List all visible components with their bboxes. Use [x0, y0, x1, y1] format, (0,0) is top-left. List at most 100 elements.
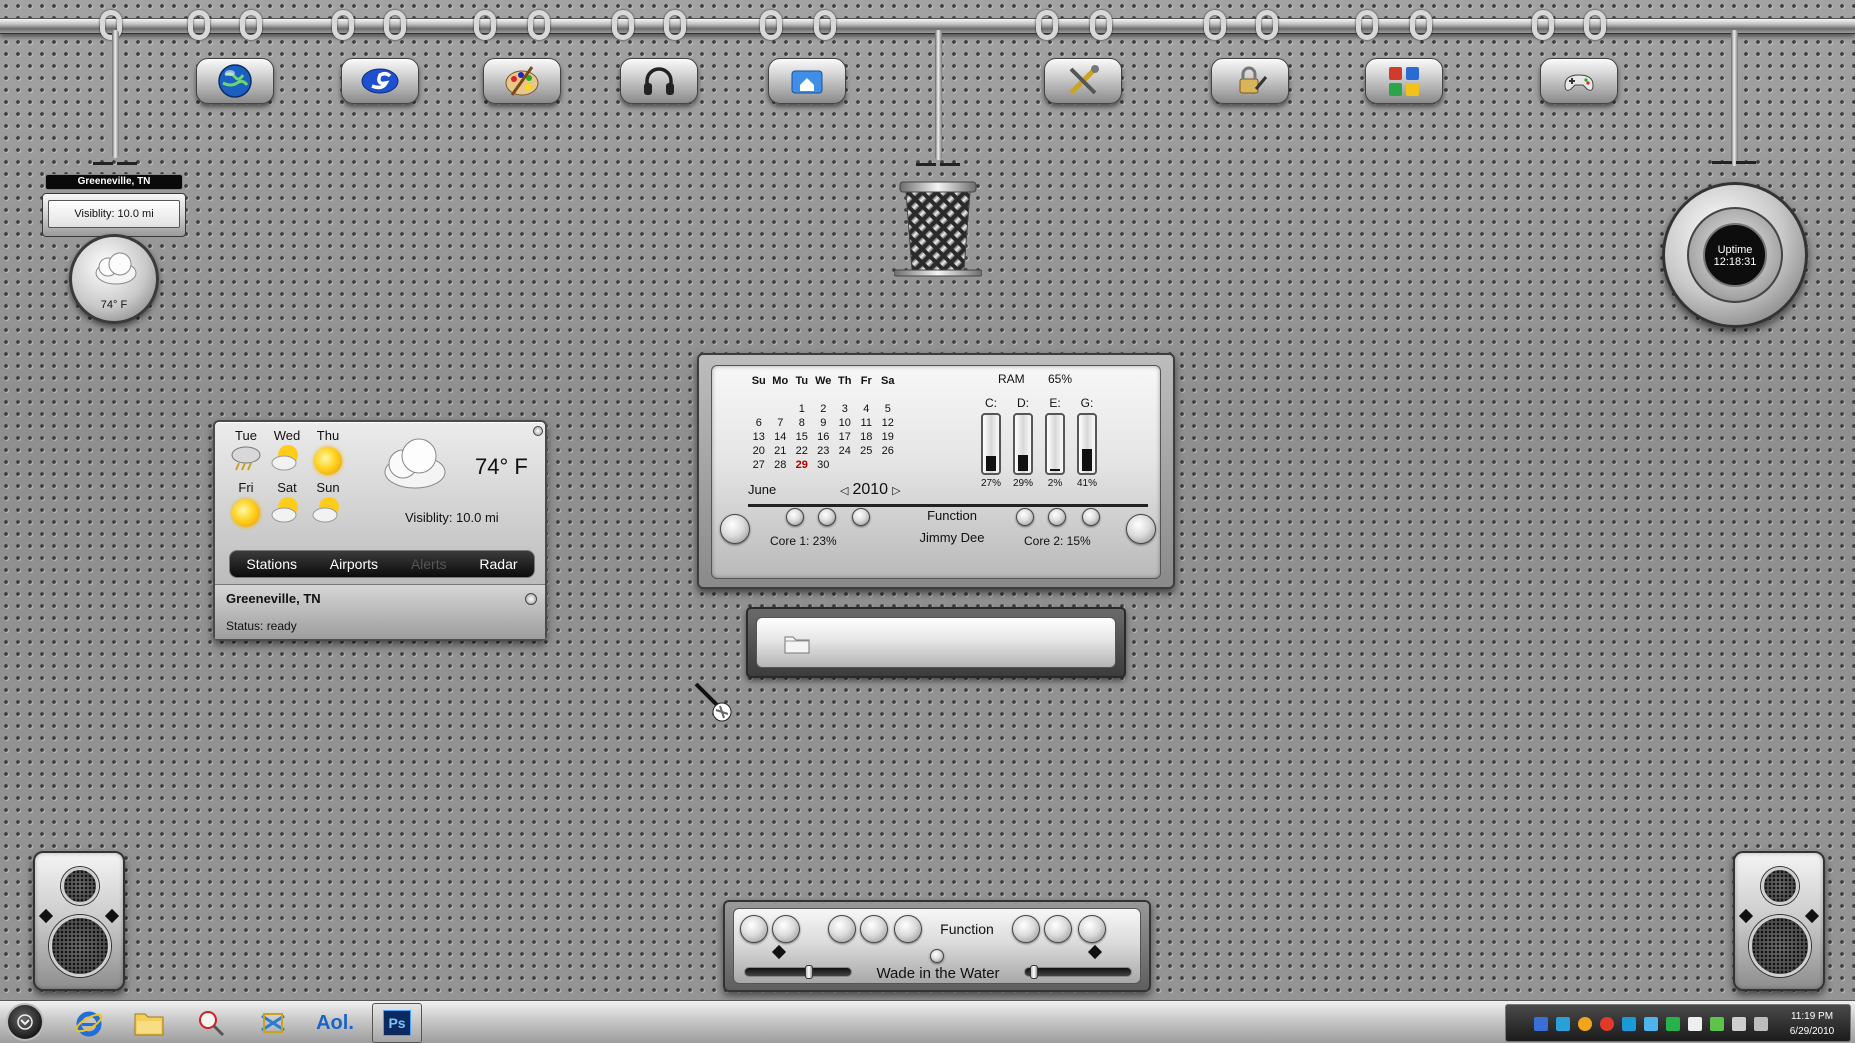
search-field[interactable]	[756, 617, 1116, 668]
launcher-media[interactable]	[620, 58, 698, 104]
calendar-day[interactable]: 12	[877, 416, 899, 430]
skype-icon	[361, 68, 399, 94]
taskbar-explorer[interactable]	[124, 1003, 174, 1043]
calendar-day[interactable]: 8	[791, 416, 813, 430]
previous-button[interactable]	[828, 915, 856, 943]
clock[interactable]: 11:19 PM 6/29/2010	[1776, 1009, 1848, 1039]
calendar-day[interactable]: 9	[813, 416, 835, 430]
calendar-day[interactable]: 28	[770, 458, 792, 472]
launcher-globe[interactable]	[196, 58, 274, 104]
function-button-2[interactable]	[818, 508, 836, 526]
forecast-day: Sun	[309, 480, 347, 528]
player-button-1[interactable]	[740, 915, 768, 943]
rail-ring	[240, 10, 262, 40]
core1-usage: Core 1: 23%	[770, 534, 837, 548]
play-button[interactable]	[860, 915, 888, 943]
calendar-day[interactable]: 25	[856, 444, 878, 458]
calendar-day[interactable]: 3	[834, 402, 856, 416]
calendar-day[interactable]: 22	[791, 444, 813, 458]
taskbar-photoshop[interactable]: Ps	[372, 1003, 422, 1043]
function-button-5[interactable]	[1048, 508, 1066, 526]
right-knob[interactable]	[1126, 514, 1156, 544]
function-button-3[interactable]	[852, 508, 870, 526]
calendar-day[interactable]: 16	[813, 430, 835, 444]
tray-app-icon[interactable]	[1534, 1017, 1548, 1031]
calendar-day[interactable]: 5	[877, 402, 899, 416]
calendar-day[interactable]: 23	[813, 444, 835, 458]
launcher-paint[interactable]	[483, 58, 561, 104]
drive-meters: C: 27% D: 29% E: 2% G: 41%	[980, 396, 1098, 489]
calendar-day[interactable]: 10	[834, 416, 856, 430]
taskbar-outlook[interactable]	[248, 1003, 298, 1043]
player-button-2[interactable]	[772, 915, 800, 943]
calendar-day[interactable]: 2	[813, 402, 835, 416]
slider-thumb[interactable]	[1030, 965, 1038, 979]
launcher-home[interactable]	[768, 58, 846, 104]
tab-airports[interactable]: Airports	[330, 556, 378, 572]
volume-icon[interactable]	[1754, 1017, 1768, 1031]
tray-app-icon[interactable]	[1556, 1017, 1570, 1031]
function-button-6[interactable]	[1082, 508, 1100, 526]
volume-slider-right[interactable]	[1024, 965, 1132, 979]
calendar-day[interactable]: 24	[834, 444, 856, 458]
calendar-day[interactable]: 30	[813, 458, 835, 472]
calendar-day[interactable]: 21	[770, 444, 792, 458]
calendar-day[interactable]: 1	[791, 402, 813, 416]
taskbar-rocketdock[interactable]	[186, 1003, 236, 1043]
player-panel: Function Wade in the Water	[733, 908, 1141, 984]
tray-app-icon[interactable]	[1622, 1017, 1636, 1031]
next-year-button[interactable]: ▷	[892, 484, 900, 497]
battery-icon[interactable]	[1710, 1017, 1724, 1031]
partly-cloudy-icon	[271, 497, 298, 523]
calendar-day[interactable]: 20	[748, 444, 770, 458]
launcher-tools[interactable]	[1044, 58, 1122, 104]
calendar-day[interactable]: 15	[791, 430, 813, 444]
calendar-day[interactable]: 7	[770, 416, 792, 430]
calendar-today[interactable]: 29	[791, 458, 813, 472]
next-button[interactable]	[894, 915, 922, 943]
launcher-office[interactable]	[1365, 58, 1443, 104]
calendar-day[interactable]: 4	[856, 402, 878, 416]
player-button-6[interactable]	[1012, 915, 1040, 943]
calendar-day[interactable]: 27	[748, 458, 770, 472]
function-button-4[interactable]	[1016, 508, 1034, 526]
tray-app-icon[interactable]	[1600, 1017, 1614, 1031]
taskbar-aol[interactable]: Aol.	[310, 1003, 360, 1043]
calendar-day[interactable]: 6	[748, 416, 770, 430]
tab-alerts[interactable]: Alerts	[411, 556, 447, 572]
calendar-day[interactable]: 11	[856, 416, 878, 430]
flag-icon[interactable]	[1688, 1017, 1702, 1031]
recycle-bin[interactable]	[893, 178, 983, 282]
calendar-day[interactable]: 13	[748, 430, 770, 444]
calendar-day[interactable]: 18	[856, 430, 878, 444]
calendar-day[interactable]: 26	[877, 444, 899, 458]
network-icon[interactable]	[1732, 1017, 1746, 1031]
start-button[interactable]	[6, 1003, 44, 1041]
tray-app-icon[interactable]	[1666, 1017, 1680, 1031]
calendar-day[interactable]: 14	[770, 430, 792, 444]
rail-ring	[1036, 10, 1058, 40]
launcher-skype[interactable]	[341, 58, 419, 104]
calendar-day[interactable]: 17	[834, 430, 856, 444]
function-button-1[interactable]	[786, 508, 804, 526]
player-button-7[interactable]	[1044, 915, 1072, 943]
weekday: Th	[838, 375, 852, 387]
tab-radar[interactable]: Radar	[479, 556, 517, 572]
eject-button[interactable]	[930, 949, 944, 963]
tab-stations[interactable]: Stations	[246, 556, 297, 572]
left-knob[interactable]	[720, 514, 750, 544]
calendar-day[interactable]: 19	[877, 430, 899, 444]
launcher-games[interactable]	[1540, 58, 1618, 104]
prev-year-button[interactable]: ◁	[840, 484, 848, 497]
lock-key-icon	[1239, 66, 1268, 94]
tray-app-icon[interactable]	[1644, 1017, 1658, 1031]
calendar-week: 20 21 22 23 24 25 26	[748, 444, 899, 458]
volume-slider-left[interactable]	[744, 965, 852, 979]
slider-thumb[interactable]	[805, 965, 813, 979]
tray-app-icon[interactable]	[1578, 1017, 1592, 1031]
player-button-8[interactable]	[1078, 915, 1106, 943]
scroll-button[interactable]	[525, 593, 537, 605]
taskbar-ie[interactable]	[64, 1003, 114, 1043]
close-button[interactable]	[533, 426, 543, 436]
launcher-security[interactable]	[1211, 58, 1289, 104]
